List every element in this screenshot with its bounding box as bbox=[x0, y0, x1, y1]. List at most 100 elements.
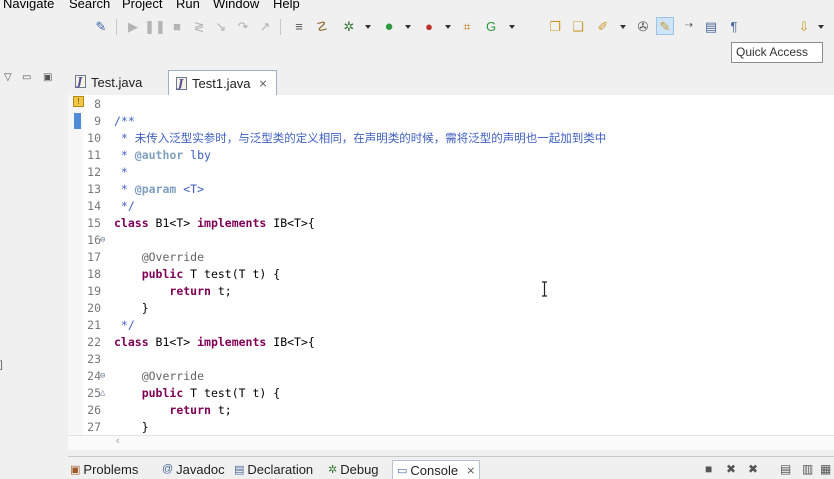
maximize-icon[interactable]: ▣ bbox=[43, 72, 52, 83]
occurrence-marker bbox=[74, 113, 81, 129]
code-token: } bbox=[114, 301, 149, 315]
step-into-icon[interactable]: ↘ bbox=[212, 17, 230, 35]
disconnect-icon[interactable]: ≷ bbox=[190, 17, 208, 35]
external-tools-icon[interactable]: ● bbox=[420, 17, 438, 35]
line-number: 23 bbox=[87, 352, 101, 366]
code-line: 8 bbox=[83, 96, 834, 113]
search-dropdown-icon[interactable] bbox=[620, 25, 626, 29]
debug-icon[interactable]: ✲ bbox=[340, 17, 358, 35]
toggle-breadcrumb-icon[interactable]: ✇ bbox=[634, 17, 652, 35]
line-number: 24 bbox=[87, 369, 101, 383]
code-line: 27 } bbox=[83, 419, 834, 436]
override-marker-icon[interactable]: △ bbox=[100, 385, 105, 402]
tab-test1-java[interactable]: J Test1.java ⨯ bbox=[168, 70, 277, 96]
toggle-comment-icon[interactable]: ☡ bbox=[313, 17, 331, 35]
new-class-dropdown-icon[interactable] bbox=[509, 25, 515, 29]
menu-bar: Navigate Search Project Run Window Help bbox=[0, 0, 834, 12]
fold-collapse-icon[interactable]: ⊖ bbox=[100, 368, 105, 385]
remove-launch-icon[interactable]: ✖ bbox=[726, 462, 736, 476]
clear-console-icon[interactable]: ▤ bbox=[780, 462, 791, 476]
code-token: IB<T>{ bbox=[266, 216, 315, 230]
menu-search[interactable]: Search bbox=[69, 0, 110, 11]
code-text: */ bbox=[114, 198, 135, 215]
terminate-console-icon[interactable]: ■ bbox=[705, 462, 712, 476]
tab-debug[interactable]: ✲ Debug bbox=[328, 461, 379, 477]
code-line: 16 ⊖ bbox=[83, 232, 834, 249]
show-whitespace-icon[interactable]: ▤ bbox=[702, 17, 720, 35]
code-token: t; bbox=[210, 284, 232, 298]
debug-dropdown-icon[interactable] bbox=[365, 25, 371, 29]
close-icon[interactable]: ⨯ bbox=[259, 77, 268, 90]
external-tools-dropdown-icon[interactable] bbox=[445, 25, 451, 29]
code-line: 10 * 未传入泛型实参时，与泛型类的定义相同，在声明类的时候，需将泛型的声明也… bbox=[83, 130, 834, 147]
code-line: 19 return t; bbox=[83, 283, 834, 300]
java-file-icon: J bbox=[175, 76, 188, 91]
search-icon[interactable]: ✐ bbox=[594, 17, 612, 35]
tab-test-java[interactable]: J Test.java bbox=[68, 70, 150, 94]
code-line: 24 ⊖ @Override bbox=[83, 368, 834, 385]
toolbar-separator bbox=[116, 19, 117, 35]
pin-console-icon[interactable]: ▦ bbox=[820, 462, 831, 476]
run-dropdown-icon[interactable] bbox=[405, 25, 411, 29]
resume-icon[interactable]: ▶ bbox=[124, 17, 142, 35]
line-number: 27 bbox=[87, 420, 101, 434]
code-token: public bbox=[141, 386, 184, 400]
open-type-icon[interactable]: ❐ bbox=[546, 17, 564, 35]
toggle-mark-occurrences-icon[interactable]: ✎ bbox=[656, 17, 674, 35]
code-token: T test(T t) { bbox=[183, 386, 281, 400]
close-icon[interactable]: ⨯ bbox=[466, 464, 475, 477]
menu-window[interactable]: Window bbox=[213, 0, 259, 11]
code-token: * bbox=[114, 148, 135, 162]
code-text: @Override bbox=[114, 249, 204, 266]
minimize-icon[interactable]: ▭ bbox=[22, 72, 31, 83]
open-task-icon[interactable]: ❑ bbox=[569, 17, 587, 35]
perspective-icon[interactable]: ⇩ bbox=[795, 17, 813, 35]
line-number: 8 bbox=[94, 97, 101, 111]
perspective-dropdown-icon[interactable] bbox=[818, 25, 824, 29]
code-text: } bbox=[114, 300, 149, 317]
scroll-left-icon[interactable]: ‹ bbox=[116, 435, 120, 447]
code-text: * @param <T> bbox=[114, 181, 204, 198]
code-token: t; bbox=[210, 403, 232, 417]
code-token: @author bbox=[134, 148, 184, 162]
tab-console[interactable]: ▭ Console ⨯ bbox=[392, 460, 481, 479]
scroll-lock-icon[interactable]: ▥ bbox=[802, 462, 813, 476]
menu-navigate[interactable]: Navigate bbox=[3, 0, 54, 11]
new-java-class-icon[interactable]: G bbox=[482, 17, 500, 35]
java-file-icon: J bbox=[74, 75, 87, 89]
menu-help[interactable]: Help bbox=[273, 0, 300, 11]
code-token: */ bbox=[114, 318, 135, 332]
run-icon[interactable]: ● bbox=[380, 17, 398, 35]
code-line: 25 △ public T test(T t) { bbox=[83, 385, 834, 402]
horizontal-scrollbar[interactable]: ‹ bbox=[68, 435, 834, 450]
code-line: 13 * @param <T> bbox=[83, 181, 834, 198]
code-token: implements bbox=[197, 335, 267, 349]
tab-problems[interactable]: ▣ Problems bbox=[70, 461, 138, 477]
code-line: 9 /** bbox=[83, 113, 834, 130]
line-number: 26 bbox=[87, 403, 101, 417]
fold-collapse-icon[interactable]: ⊖ bbox=[100, 232, 105, 249]
step-over-icon[interactable]: ↷ bbox=[234, 17, 252, 35]
menu-run[interactable]: Run bbox=[176, 0, 200, 11]
view-menu-icon[interactable]: ▽ bbox=[4, 72, 12, 83]
code-token: * bbox=[114, 182, 135, 196]
remove-all-terminated-icon[interactable]: ✖ bbox=[748, 462, 758, 476]
suspend-icon[interactable]: ❚❚ bbox=[144, 17, 166, 35]
use-step-filters-icon[interactable]: ≡ bbox=[290, 17, 308, 35]
tab-declaration[interactable]: ▤ Declaration bbox=[234, 461, 313, 477]
next-annotation-icon[interactable]: ¶ bbox=[725, 17, 743, 35]
toggle-block-selection-icon[interactable]: ⇢ bbox=[680, 17, 698, 35]
line-number: 21 bbox=[87, 318, 101, 332]
step-return-icon[interactable]: ↗ bbox=[256, 17, 274, 35]
code-line: 11 * @author lby bbox=[83, 147, 834, 164]
tab-label: Javadoc bbox=[176, 461, 225, 477]
tab-javadoc[interactable]: @ Javadoc bbox=[162, 461, 225, 477]
skip-breakpoints-icon[interactable]: ✎ bbox=[92, 17, 110, 35]
code-editor[interactable]: ! 8 9 /** 10 * 未传入泛型实参时，与泛型类的定义相同，在声明类的时候，需… bbox=[68, 95, 834, 435]
menu-project[interactable]: Project bbox=[122, 0, 162, 11]
declaration-icon: ▤ bbox=[234, 463, 245, 476]
new-java-package-icon[interactable]: ⌗ bbox=[458, 17, 476, 35]
terminate-icon[interactable]: ■ bbox=[168, 17, 186, 35]
quick-access-input[interactable]: Quick Access bbox=[731, 42, 823, 63]
